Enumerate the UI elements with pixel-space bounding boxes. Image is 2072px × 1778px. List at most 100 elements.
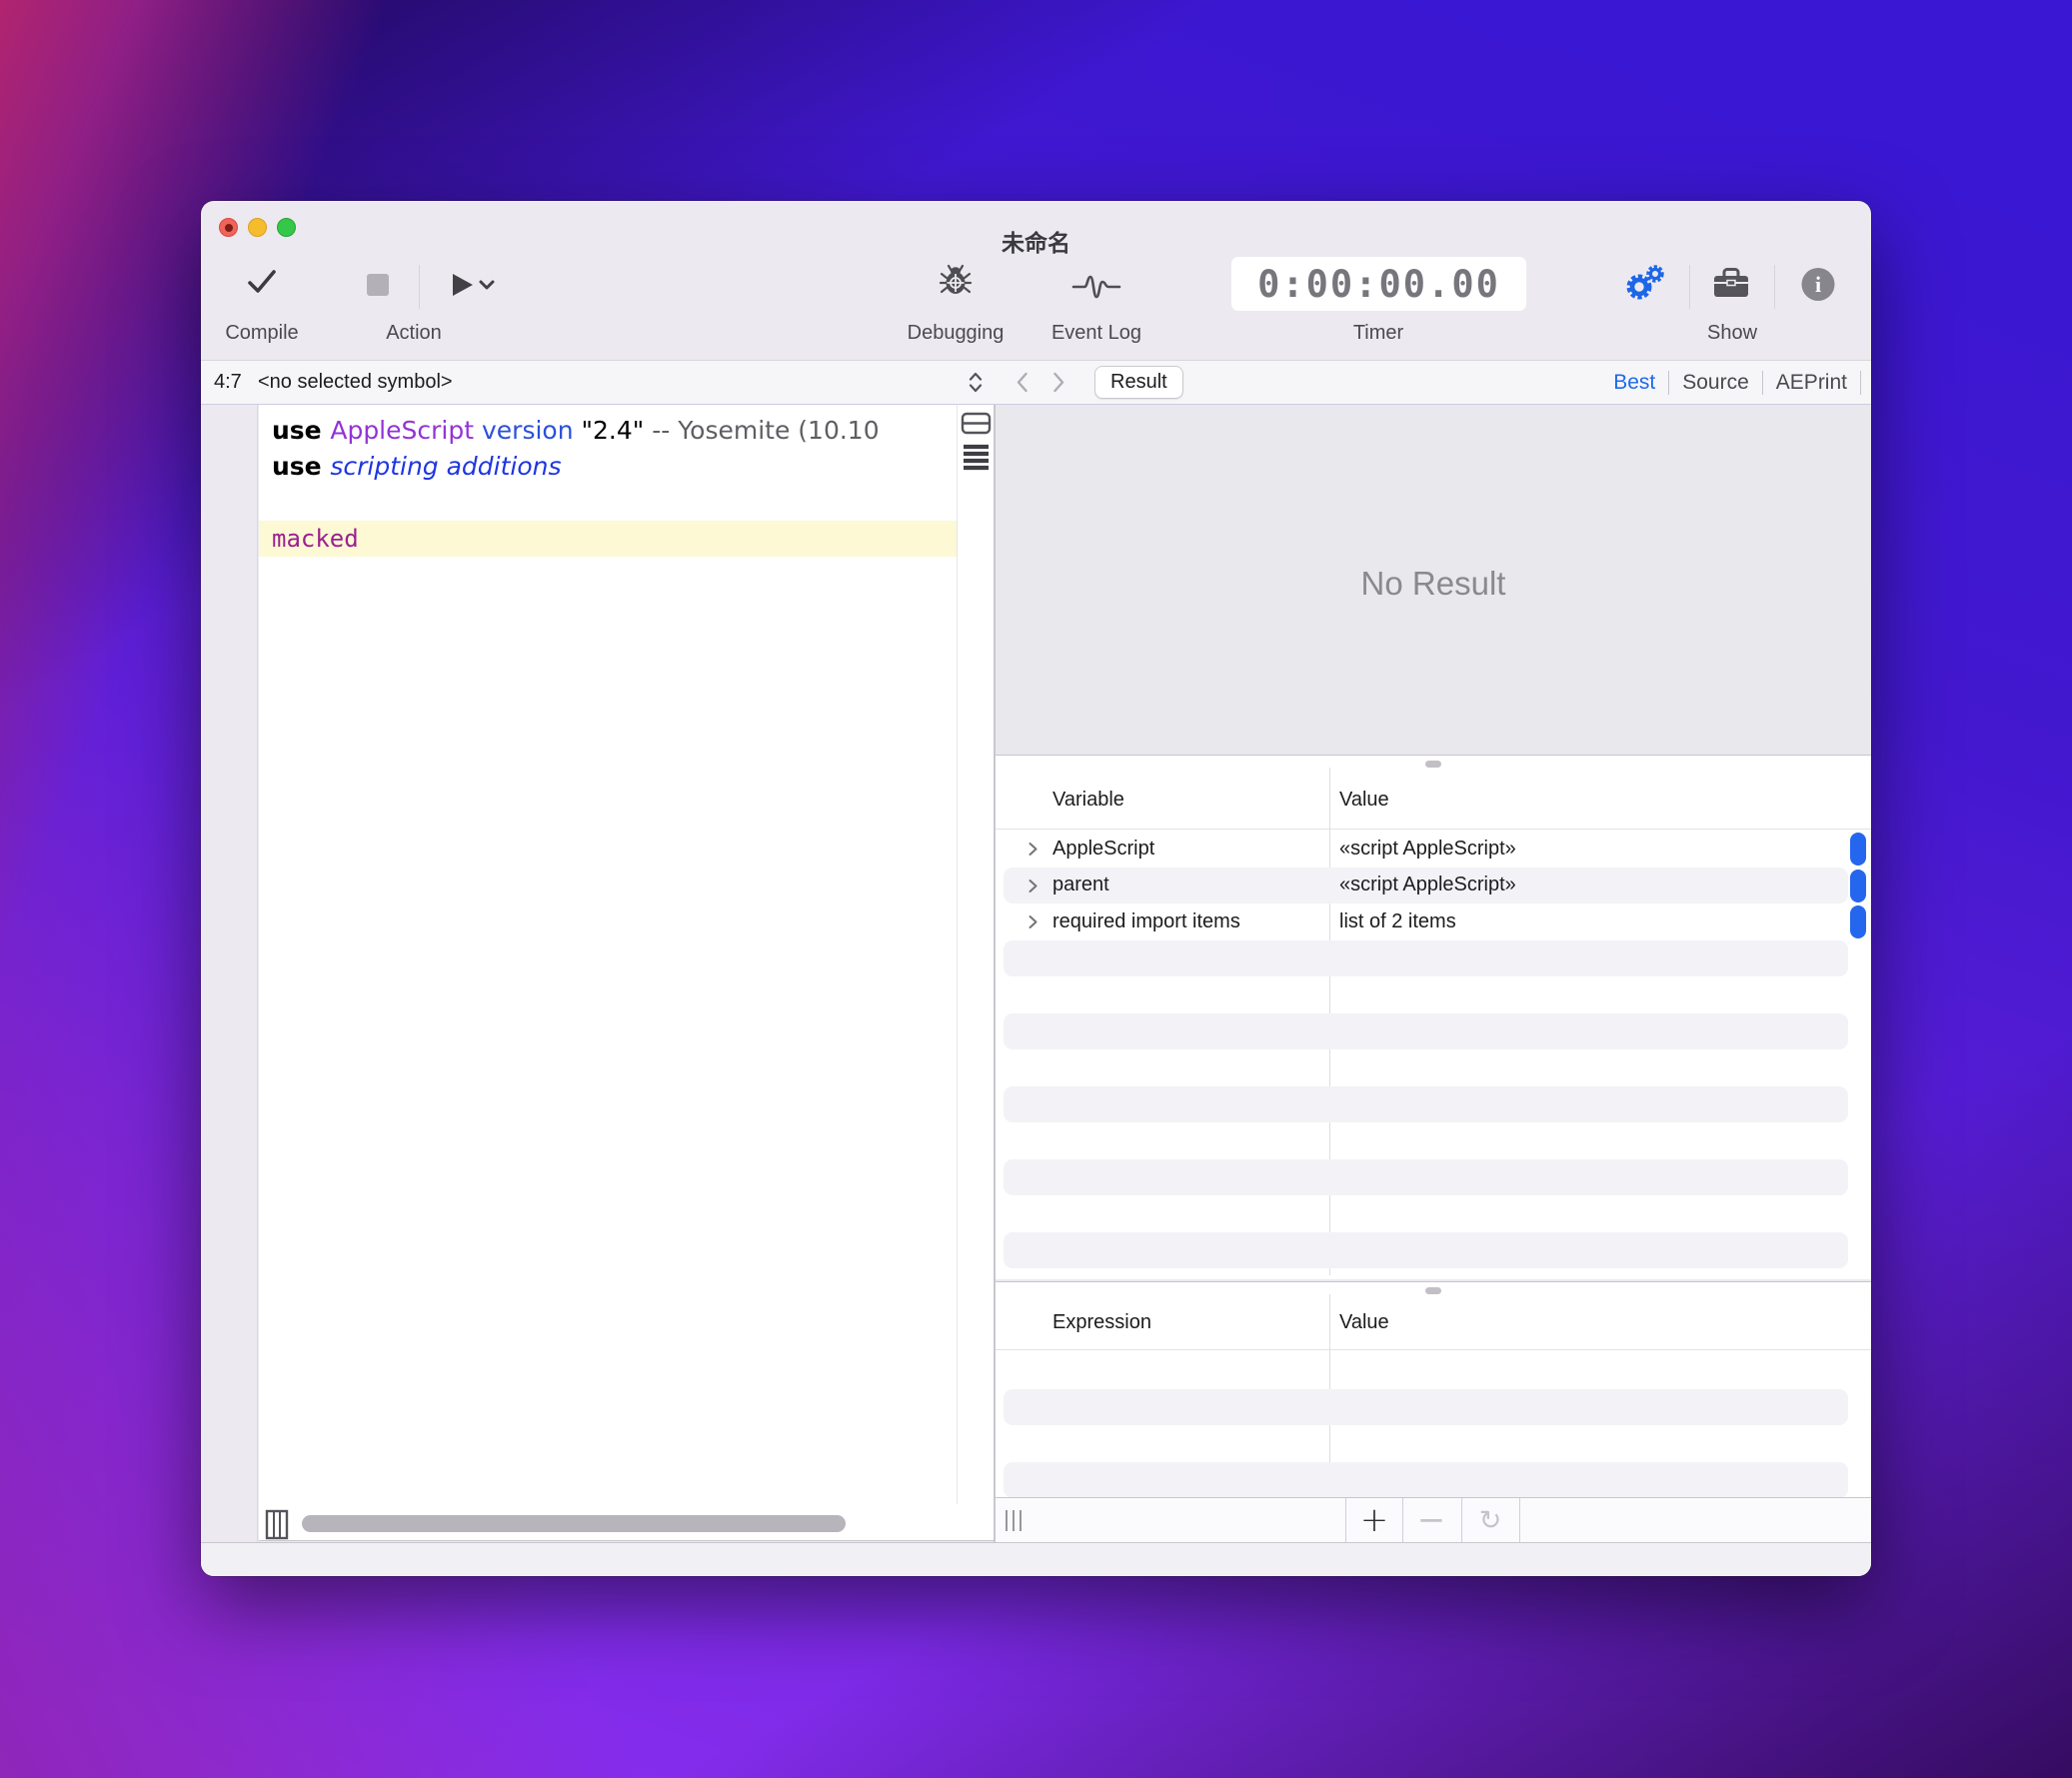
- variables-value-header[interactable]: Value: [1339, 789, 1389, 812]
- table-row[interactable]: AppleScript «script AppleScript»: [996, 831, 1871, 868]
- editor-horizontal-scrollbar: [259, 1509, 994, 1540]
- history-forward-button[interactable]: [1052, 372, 1065, 398]
- toolbar-separator: [1402, 1498, 1403, 1542]
- table-row[interactable]: [996, 1158, 1871, 1196]
- cursor-position: 4:7: [214, 371, 242, 393]
- table-row[interactable]: [996, 1122, 1871, 1159]
- code-line[interactable]: use scripting additions: [259, 449, 957, 485]
- run-button[interactable]: [449, 272, 495, 303]
- drag-grip-icon[interactable]: [1004, 1508, 1026, 1538]
- row-inspect-pill[interactable]: [1850, 869, 1866, 902]
- timer-label: Timer: [1352, 322, 1404, 344]
- disclosure-icon[interactable]: [1028, 842, 1038, 862]
- info-button[interactable]: i: [1801, 268, 1835, 301]
- table-row[interactable]: parent «script AppleScript»: [996, 867, 1871, 904]
- script-editor-window: 未命名 Compile Action Debugging Event Log 0…: [201, 201, 1871, 1576]
- show-debugging-button[interactable]: [1624, 264, 1666, 307]
- event-log-button[interactable]: [1071, 271, 1121, 306]
- code-line[interactable]: use AppleScript version "2.4" -- Yosemit…: [259, 413, 957, 449]
- remove-expression-button[interactable]: −: [1409, 1498, 1453, 1542]
- table-row[interactable]: [996, 1085, 1871, 1123]
- code-segment: use: [272, 416, 331, 445]
- script-editor-pane[interactable]: use AppleScript version "2.4" -- Yosemit…: [259, 405, 994, 1541]
- marker-list-icon[interactable]: [962, 444, 991, 477]
- toolbar-separator: [1519, 1498, 1520, 1542]
- show-label: Show: [1706, 322, 1758, 344]
- event-log-label: Event Log: [1050, 322, 1142, 344]
- view-mode-source[interactable]: Source: [1669, 371, 1762, 395]
- disclosure-icon[interactable]: [1028, 914, 1038, 934]
- window-footer: [201, 1542, 1871, 1576]
- code-segment: "2.4": [573, 416, 645, 445]
- timer-display: 0:00:00.00: [1231, 257, 1526, 311]
- symbol-stepper-icon[interactable]: [969, 371, 983, 399]
- table-row[interactable]: [996, 1425, 1871, 1462]
- toolbar: Compile Action Debugging Event Log 0:00:…: [201, 201, 1871, 360]
- info-icon: i: [1801, 268, 1835, 301]
- refresh-icon[interactable]: ↻: [1468, 1498, 1512, 1542]
- variables-rows: AppleScript «script AppleScript» parent «sc…: [996, 831, 1871, 1280]
- row-inspect-pill[interactable]: [1850, 905, 1866, 938]
- table-row[interactable]: [996, 1049, 1871, 1086]
- add-expression-button[interactable]: +: [1352, 1498, 1396, 1542]
- editor-split-icon[interactable]: [961, 412, 992, 440]
- timer-value: 0:00:00.00: [1257, 262, 1500, 306]
- variables-pane: Variable Value AppleScript «script AppleS…: [996, 755, 1871, 1279]
- table-row[interactable]: [996, 1461, 1871, 1499]
- debugging-button[interactable]: [939, 263, 973, 304]
- toolbar-separator: [419, 265, 420, 309]
- compile-label: Compile: [225, 322, 299, 344]
- navigation-bar: 4:7 <no selected symbol> Result Best Sour…: [201, 360, 1871, 405]
- editor-scroll-gutter: [957, 405, 995, 1504]
- disclosure-icon[interactable]: [1028, 879, 1038, 898]
- table-row[interactable]: [996, 1012, 1871, 1050]
- scrollbar-thumb[interactable]: [302, 1515, 846, 1532]
- editor-left-margin: [201, 405, 258, 1542]
- table-row[interactable]: [996, 1195, 1871, 1232]
- code-line[interactable]: macked: [259, 521, 957, 557]
- header-divider: [996, 1349, 1871, 1350]
- compile-button[interactable]: [245, 267, 279, 302]
- expressions-column-header[interactable]: Expression: [1052, 1311, 1151, 1334]
- toolbox-icon: [1711, 268, 1751, 304]
- table-row[interactable]: [996, 1352, 1871, 1389]
- table-row[interactable]: [996, 976, 1871, 1013]
- editor-accessory-icon[interactable]: [265, 1509, 289, 1545]
- show-toolbox-button[interactable]: [1711, 267, 1751, 305]
- expressions-value-header[interactable]: Value: [1339, 1311, 1389, 1334]
- toolbar-separator: [1345, 1498, 1346, 1542]
- table-row[interactable]: [996, 1388, 1871, 1426]
- stop-button[interactable]: [366, 273, 390, 302]
- row-inspect-pill[interactable]: [1850, 833, 1866, 866]
- variable-name: AppleScript: [1052, 837, 1155, 860]
- expressions-pane: Expression Value: [996, 1281, 1871, 1498]
- table-row[interactable]: [996, 1231, 1871, 1269]
- symbol-popup[interactable]: <no selected symbol>: [258, 361, 453, 404]
- code-lines: use AppleScript version "2.4" -- Yosemit…: [259, 413, 957, 557]
- toolbar-separator: [1689, 265, 1690, 309]
- history-back-button[interactable]: [1016, 372, 1029, 398]
- table-row[interactable]: [996, 939, 1871, 977]
- view-mode-switcher: Best Source AEPrint: [1600, 361, 1861, 404]
- debugging-label: Debugging: [907, 322, 1005, 344]
- pane-resize-handle[interactable]: [1425, 1287, 1441, 1294]
- variable-value: «script AppleScript»: [1339, 874, 1516, 896]
- result-pane: No Result: [996, 405, 1871, 755]
- view-mode-best[interactable]: Best: [1600, 371, 1668, 395]
- pane-resize-handle[interactable]: [1425, 761, 1441, 768]
- gears-icon: [1624, 265, 1666, 306]
- variable-name: parent: [1052, 874, 1109, 896]
- view-mode-separator: [1860, 370, 1861, 395]
- variable-name: required import items: [1052, 909, 1240, 932]
- expressions-rows: [996, 1352, 1871, 1498]
- table-row[interactable]: required import items list of 2 items: [996, 903, 1871, 940]
- desktop-background: 未命名 Compile Action Debugging Event Log 0…: [0, 0, 2072, 1778]
- code-segment: -- Yosemite (10.10: [644, 416, 880, 445]
- code-line[interactable]: [259, 485, 957, 521]
- variables-column-header[interactable]: Variable: [1052, 789, 1124, 812]
- result-tab-button[interactable]: Result: [1094, 366, 1183, 399]
- expressions-toolbar: + − ↻: [996, 1497, 1871, 1542]
- header-divider: [996, 829, 1871, 830]
- view-mode-aeprint[interactable]: AEPrint: [1763, 371, 1860, 395]
